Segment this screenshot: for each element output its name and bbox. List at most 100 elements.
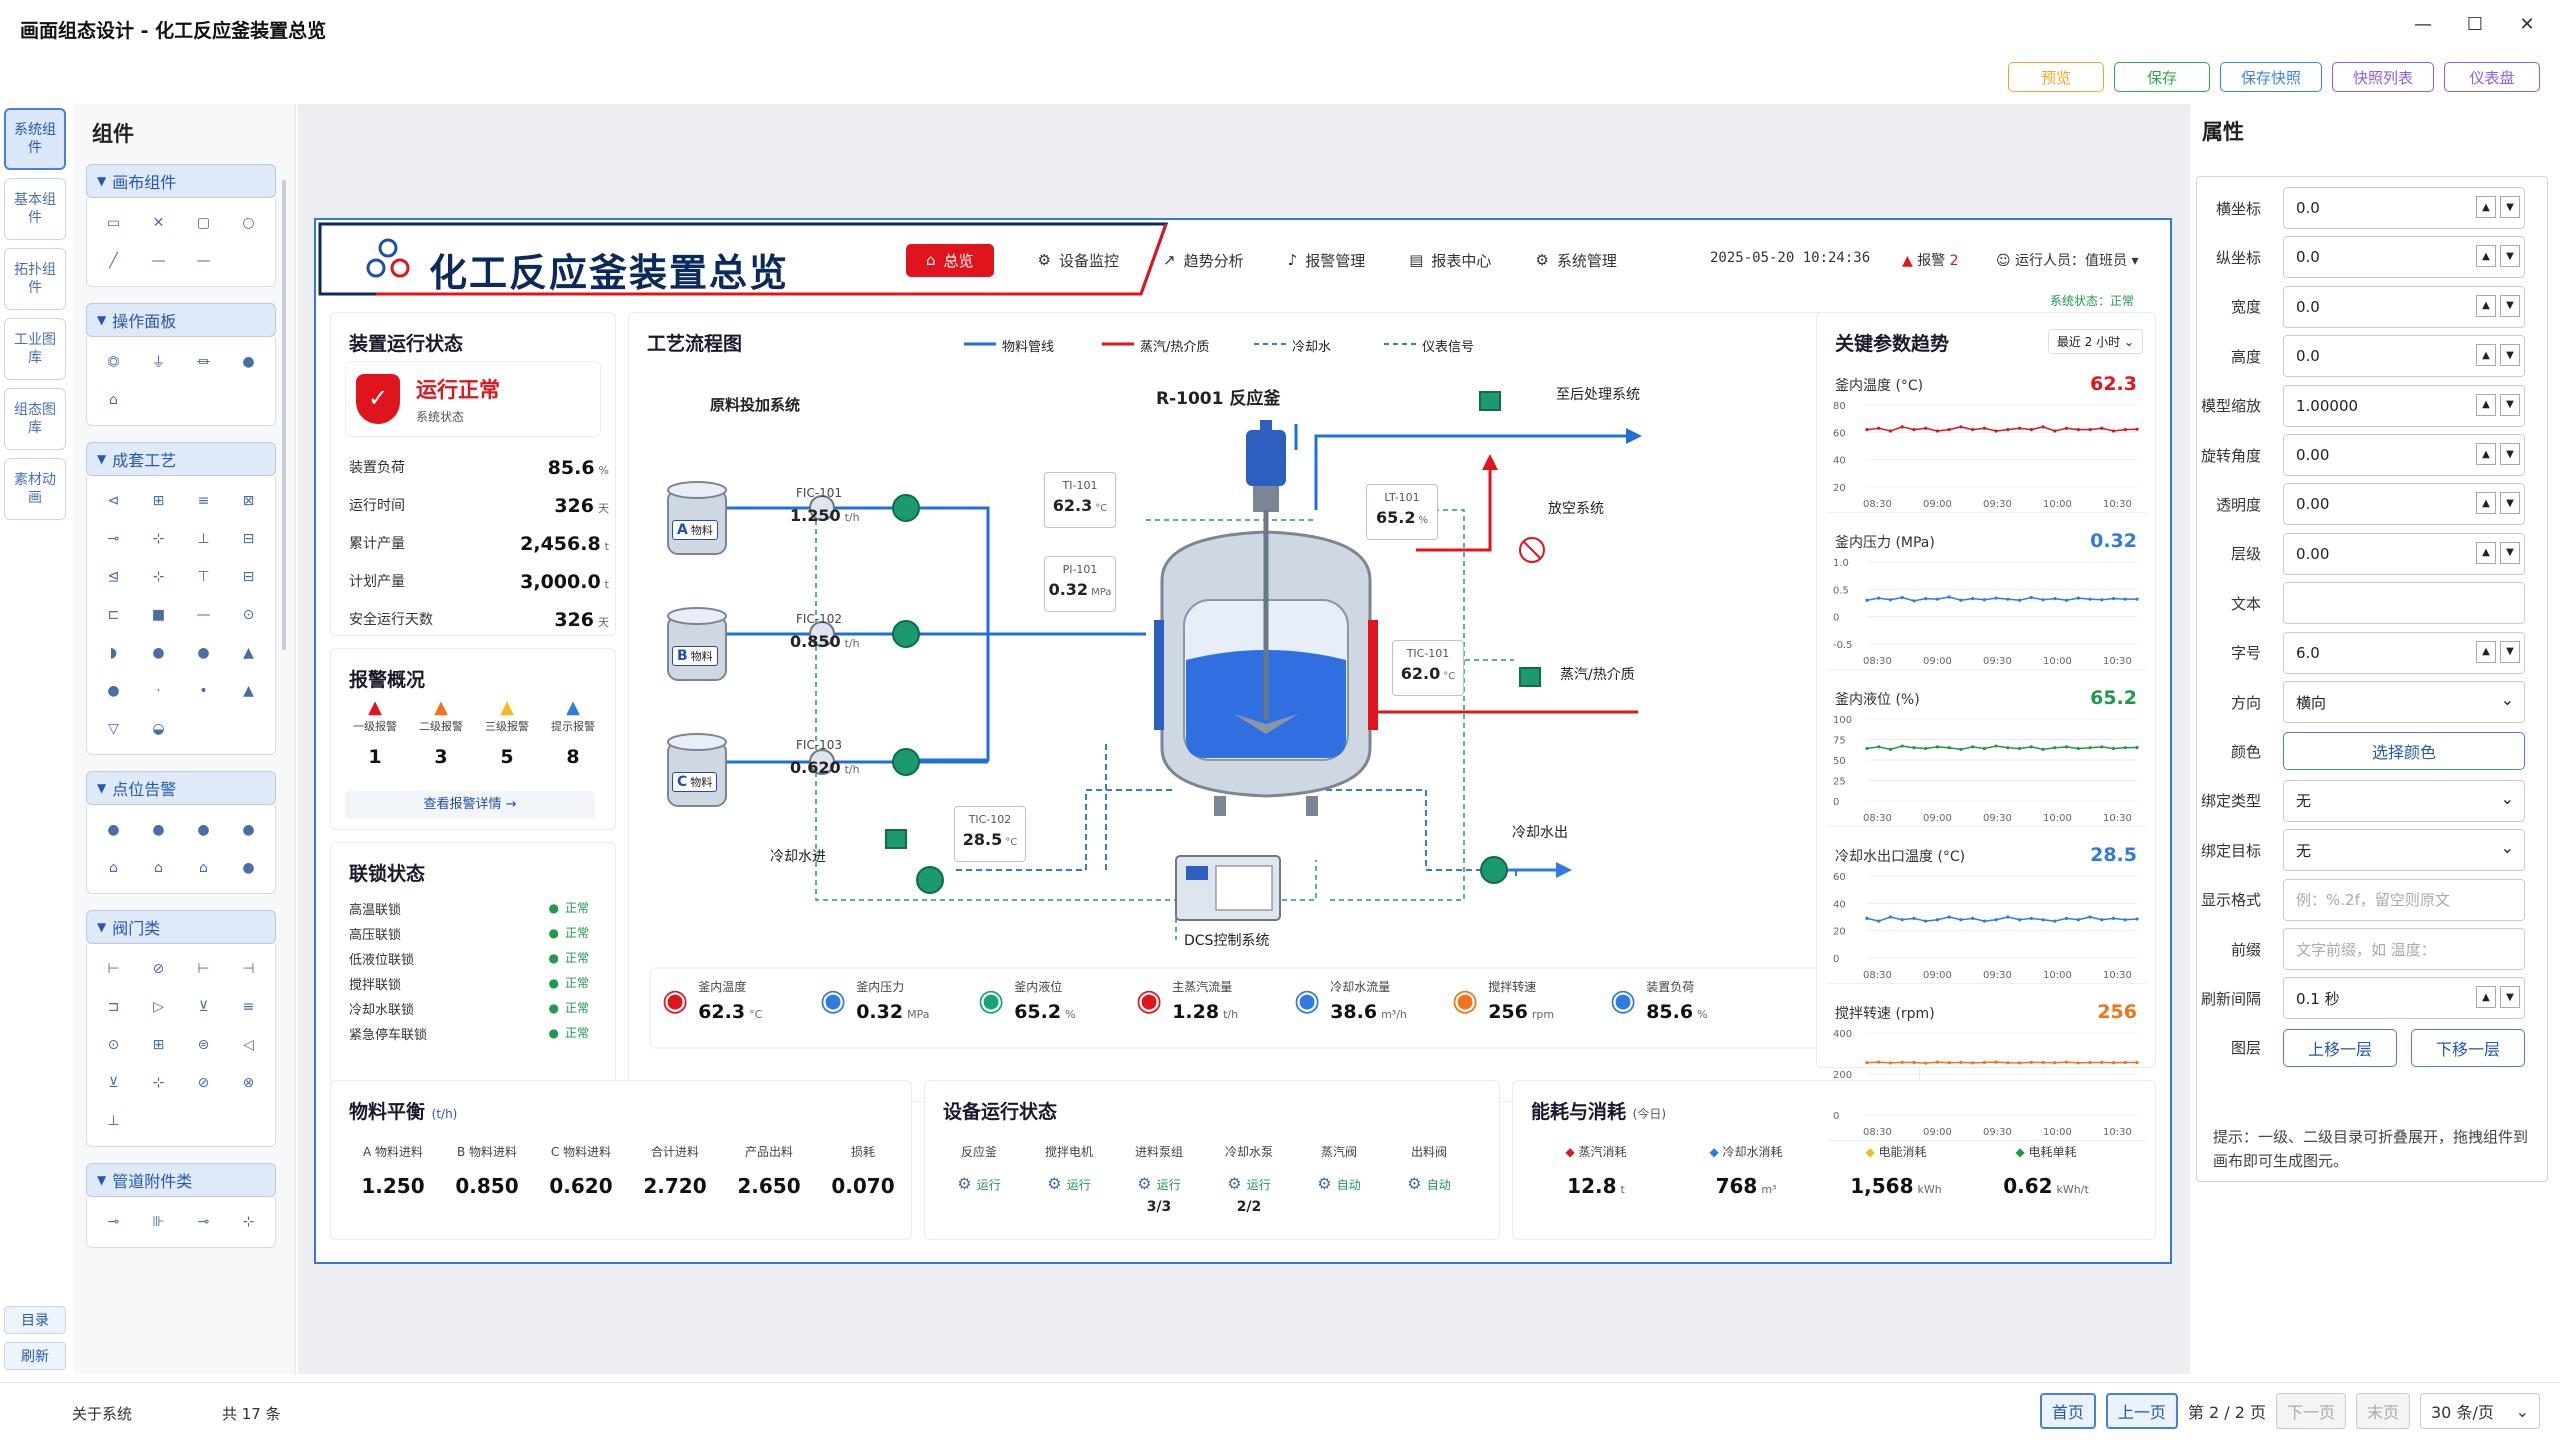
operator-menu[interactable]: ☺ 运行人员：值班员 ▾ xyxy=(1996,250,2139,270)
preview-button[interactable]: 预览 xyxy=(2007,62,2104,92)
spinner[interactable]: ▲ ▼ xyxy=(2476,443,2520,465)
component-group-header[interactable]: ▼ 画布组件 xyxy=(86,164,276,198)
maximize-button[interactable]: ☐ xyxy=(2462,14,2488,35)
component-icon[interactable]: ⊥ xyxy=(95,1106,132,1136)
component-icon[interactable]: ■ xyxy=(140,600,177,630)
property-input[interactable]: 0.1 秒 ▲ ▼ xyxy=(2283,977,2525,1020)
tab-config-library[interactable]: 组态图库 xyxy=(4,388,66,450)
property-input[interactable]: 0.0 ▲ ▼ xyxy=(2283,285,2525,328)
property-input[interactable]: 0.00 ▲ ▼ xyxy=(2283,483,2525,526)
component-icon[interactable]: ● xyxy=(230,815,267,845)
chevron-up-icon[interactable]: ▲ xyxy=(2476,393,2496,416)
component-icon[interactable]: ⊞ xyxy=(140,486,177,516)
component-icon[interactable]: ⊸ xyxy=(185,1207,222,1237)
select-color-button[interactable]: 选择颜色 xyxy=(2283,732,2525,771)
component-icon[interactable]: ⊠ xyxy=(230,486,267,516)
component-icon[interactable]: ⌂ xyxy=(185,853,222,883)
component-icon[interactable]: ⊹ xyxy=(140,524,177,554)
component-icon[interactable]: ⊲ xyxy=(95,486,132,516)
component-group-header[interactable]: ▼ 管道附件类 xyxy=(86,1163,276,1197)
chevron-up-icon[interactable]: ▲ xyxy=(2476,443,2496,465)
move-up-button[interactable]: 上移一层 xyxy=(2283,1028,2397,1067)
next-page-button[interactable]: 下一页 xyxy=(2275,1393,2346,1429)
component-icon[interactable]: ● xyxy=(140,815,177,845)
component-icon[interactable]: ⊣ xyxy=(230,954,267,984)
prev-page-button[interactable]: 上一页 xyxy=(2105,1393,2178,1429)
tab-material-animation[interactable]: 素材动画 xyxy=(4,458,66,520)
dashboard-button[interactable]: 仪表盘 xyxy=(2444,62,2540,92)
chevron-up-icon[interactable]: ▲ xyxy=(2476,245,2496,268)
component-icon[interactable]: ● xyxy=(230,853,267,883)
property-input[interactable] xyxy=(2283,582,2525,625)
component-icon[interactable]: ⏚ xyxy=(140,347,177,377)
chevron-up-icon[interactable]: ▲ xyxy=(2476,196,2496,218)
component-icon[interactable]: ⊙ xyxy=(95,1030,132,1060)
component-icon[interactable]: ⊟ xyxy=(230,562,267,592)
component-icon[interactable]: ▽ xyxy=(95,714,132,744)
first-page-button[interactable]: 首页 xyxy=(2039,1393,2096,1429)
nav-equipment[interactable]: ⚙ 设备监控 xyxy=(1038,250,1119,271)
dashboard-canvas[interactable]: 化工反应釜装置总览 ⌂ 总览 ⚙ 设备监控 ↗ 趋势分析 ♪ 报警管理 ▤ 报表中心 ⚙ 系… xyxy=(314,218,2172,1264)
nav-reports[interactable]: ▤ 报表中心 xyxy=(1409,250,1491,271)
chevron-up-icon[interactable]: ▲ xyxy=(2476,640,2496,663)
component-icon[interactable]: ⊜ xyxy=(185,1030,222,1060)
spinner[interactable]: ▲ ▼ xyxy=(2476,986,2520,1009)
component-icon[interactable]: ⌂ xyxy=(95,853,132,883)
component-group-header[interactable]: ▼ 成套工艺 xyxy=(86,442,276,476)
property-input[interactable]: 无 ⌄ xyxy=(2283,829,2525,872)
component-icon[interactable]: ⊹ xyxy=(140,1068,177,1098)
trend-range-select[interactable]: 最近 2 小时 ⌄ xyxy=(2047,329,2143,354)
component-icon[interactable]: — xyxy=(185,246,222,276)
component-icon[interactable]: ✕ xyxy=(140,208,177,238)
component-icon[interactable]: ◗ xyxy=(95,638,132,668)
chevron-down-icon[interactable]: ▼ xyxy=(2500,541,2520,564)
component-icon[interactable]: ▲ xyxy=(230,638,267,668)
property-input[interactable]: 0.0 ▲ ▼ xyxy=(2283,335,2525,378)
component-group-header[interactable]: ▼ 阀门类 xyxy=(86,910,276,944)
chevron-down-icon[interactable]: ▼ xyxy=(2500,196,2520,218)
spinner[interactable]: ▲ ▼ xyxy=(2476,541,2520,564)
component-icon[interactable]: ⊗ xyxy=(230,1068,267,1098)
component-icon[interactable]: ● xyxy=(95,815,132,845)
spinner[interactable]: ▲ ▼ xyxy=(2476,492,2520,515)
property-input[interactable]: 0.00 ▲ ▼ xyxy=(2283,434,2525,476)
component-icon[interactable]: ⊢ xyxy=(185,954,222,984)
chevron-down-icon[interactable]: ▼ xyxy=(2500,986,2520,1009)
chevron-up-icon[interactable]: ▲ xyxy=(2476,294,2496,317)
component-icon[interactable]: ● xyxy=(230,347,267,377)
component-group-header[interactable]: ▼ 点位告警 xyxy=(86,771,276,805)
move-down-button[interactable]: 下移一层 xyxy=(2411,1028,2525,1067)
alarm-detail-link[interactable]: 查看报警详情 → xyxy=(345,791,595,819)
minimize-button[interactable]: — xyxy=(2410,14,2436,35)
chevron-up-icon[interactable]: ▲ xyxy=(2476,344,2496,367)
property-input[interactable]: 0.0 ▲ ▼ xyxy=(2283,187,2525,229)
alarm-level[interactable]: ▲ 一级报警 1 xyxy=(345,697,405,768)
spinner[interactable]: ▲ ▼ xyxy=(2476,640,2520,663)
tab-industrial-library[interactable]: 工业图库 xyxy=(4,318,66,380)
component-icon[interactable]: ⊢ xyxy=(95,954,132,984)
tab-system-components[interactable]: 系统组件 xyxy=(4,108,66,170)
nav-system[interactable]: ⚙ 系统管理 xyxy=(1535,250,1616,271)
component-icon[interactable]: · xyxy=(140,676,177,706)
component-icon[interactable]: ⊏ xyxy=(95,600,132,630)
component-icon[interactable]: ⊘ xyxy=(140,954,177,984)
instrument-box[interactable]: TIC-101 62.0 °C xyxy=(1392,640,1464,696)
tab-basic-components[interactable]: 基本组件 xyxy=(4,178,66,240)
chevron-down-icon[interactable]: ▼ xyxy=(2500,443,2520,465)
component-icon[interactable]: ⊸ xyxy=(95,524,132,554)
instrument-box[interactable]: PI-101 0.32 MPa xyxy=(1044,556,1116,612)
spinner[interactable]: ▲ ▼ xyxy=(2476,196,2520,218)
spinner[interactable]: ▲ ▼ xyxy=(2476,245,2520,268)
alarm-indicator[interactable]: ▲ 报警 2 xyxy=(1902,250,1959,270)
save-snapshot-button[interactable]: 保存快照 xyxy=(2219,62,2322,92)
nav-overview[interactable]: ⌂ 总览 xyxy=(906,243,994,277)
instrument-box[interactable]: TI-101 62.3 °C xyxy=(1044,472,1116,528)
close-button[interactable]: ✕ xyxy=(2514,14,2540,35)
instrument-box[interactable]: TIC-102 28.5 °C xyxy=(954,806,1026,862)
chevron-down-icon[interactable]: ▼ xyxy=(2500,640,2520,663)
component-icon[interactable]: ⊐ xyxy=(95,992,132,1022)
spinner[interactable]: ▲ ▼ xyxy=(2476,393,2520,416)
component-icon[interactable]: ⌂ xyxy=(140,853,177,883)
property-input[interactable]: 6.0 ▲ ▼ xyxy=(2283,631,2525,674)
component-icon[interactable]: ● xyxy=(185,815,222,845)
